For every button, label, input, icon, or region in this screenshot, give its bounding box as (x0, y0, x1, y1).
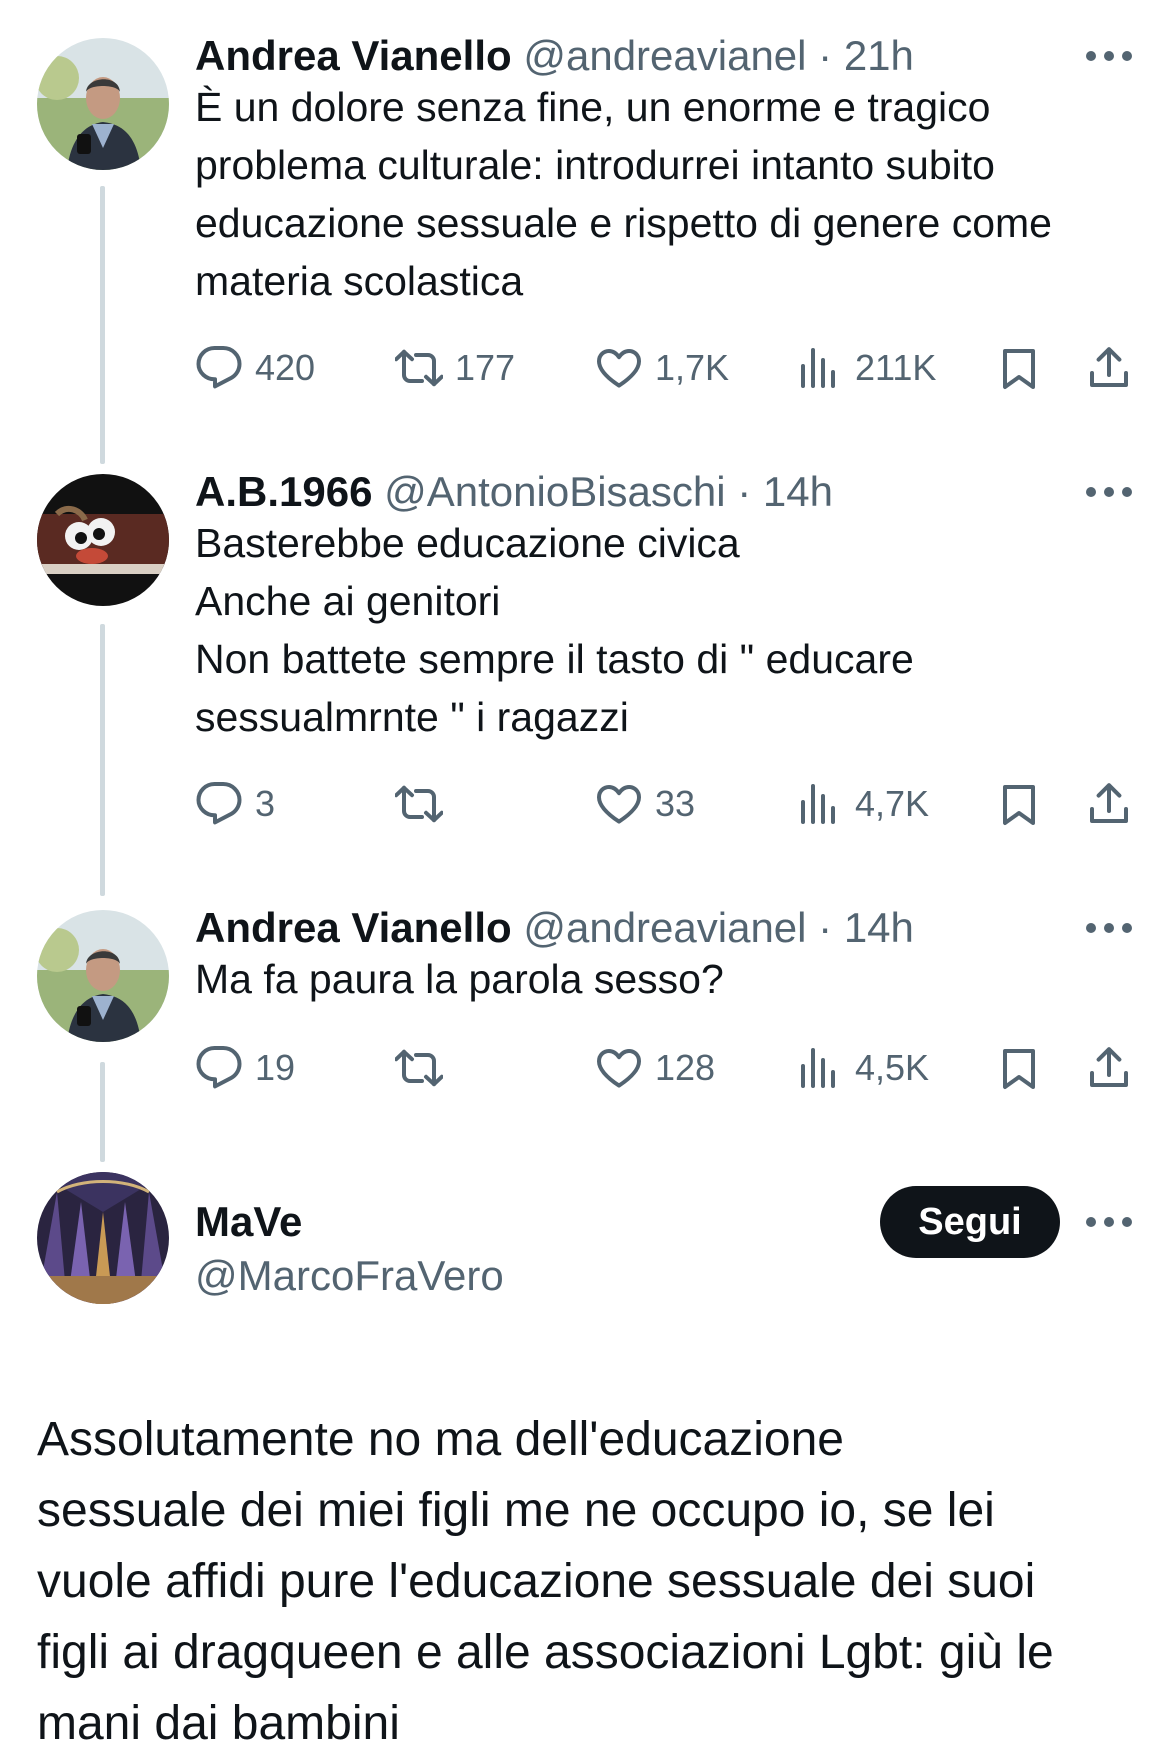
follow-button[interactable]: Segui (880, 1186, 1060, 1258)
share-button[interactable] (1085, 776, 1133, 832)
timestamp[interactable]: 14h (763, 468, 833, 515)
timestamp[interactable]: 21h (844, 32, 914, 79)
thread-tweet[interactable]: Andrea Vianello @andreavianel · 21h È un… (0, 0, 1170, 430)
repost-button[interactable] (395, 776, 455, 832)
reply-button[interactable]: 3 (195, 776, 275, 832)
tweet-header: Andrea Vianello @andreavianel · 21h (195, 28, 914, 84)
like-button[interactable]: 33 (595, 776, 695, 832)
author-name[interactable]: MaVe (195, 1198, 302, 1245)
bookmark-button[interactable] (995, 340, 1043, 396)
focused-tweet[interactable]: MaVe @MarcoFraVero Segui Assolutamente n… (0, 1172, 1170, 1750)
views-icon (795, 780, 843, 828)
author-handle[interactable]: @andreavianel (523, 32, 806, 79)
separator-dot: · (806, 904, 844, 951)
bookmark-button[interactable] (995, 776, 1043, 832)
tweet-header: Andrea Vianello @andreavianel · 14h (195, 900, 914, 956)
like-icon (595, 780, 643, 828)
action-bar: 19 128 4,5K (195, 1040, 1135, 1096)
avatar[interactable] (37, 910, 169, 1042)
like-icon (595, 344, 643, 392)
thread-tweet[interactable]: A.B.1966 @AntonioBisaschi · 14h Bastereb… (0, 436, 1170, 866)
more-icon[interactable] (1086, 922, 1132, 934)
like-count: 128 (655, 1047, 716, 1088)
views-count: 211K (855, 347, 937, 388)
bookmark-icon (995, 1044, 1043, 1092)
repost-icon (395, 780, 443, 828)
tweet-text: Ma fa paura la parola sesso? (195, 956, 724, 1002)
reply-button[interactable]: 19 (195, 1040, 295, 1096)
share-button[interactable] (1085, 340, 1133, 396)
like-count: 1,7K (655, 347, 730, 388)
share-icon (1085, 780, 1133, 828)
repost-count: 177 (455, 347, 516, 388)
bookmark-icon (995, 344, 1043, 392)
avatar[interactable] (37, 474, 169, 606)
tweet-header: A.B.1966 @AntonioBisaschi · 14h (195, 464, 833, 520)
author-name[interactable]: Andrea Vianello (195, 904, 512, 951)
views-icon (795, 1044, 843, 1092)
avatar[interactable] (37, 1172, 169, 1304)
bookmark-icon (995, 780, 1043, 828)
views-button[interactable]: 211K (795, 340, 936, 396)
more-icon[interactable] (1086, 486, 1132, 498)
reply-count: 3 (255, 783, 276, 824)
author-handle[interactable]: @andreavianel (523, 904, 806, 951)
repost-button[interactable] (395, 1040, 455, 1096)
views-count: 4,5K (855, 1047, 930, 1088)
reply-icon (195, 780, 243, 828)
avatar[interactable] (37, 38, 169, 170)
author-handle-line: @MarcoFraVero (195, 1248, 504, 1304)
more-icon[interactable] (1086, 1216, 1132, 1228)
repost-icon (395, 1044, 443, 1092)
share-icon (1085, 344, 1133, 392)
views-icon (795, 344, 843, 392)
author-name[interactable]: A.B.1966 (195, 468, 372, 515)
action-bar: 420 177 1,7K 211K (195, 340, 1135, 396)
separator-dot: · (725, 468, 763, 515)
tweet-text: Assolutamente no ma dell'educazione sess… (37, 1413, 1054, 1750)
action-bar: 3 33 4,7K (195, 776, 1135, 832)
like-button[interactable]: 128 (595, 1040, 715, 1096)
bookmark-button[interactable] (995, 1040, 1043, 1096)
thread-tweet[interactable]: Andrea Vianello @andreavianel · 14h Ma f… (0, 872, 1170, 1172)
like-count: 33 (655, 783, 696, 824)
tweet-text: È un dolore senza fine, un enorme e trag… (195, 84, 1052, 304)
author-name[interactable]: Andrea Vianello (195, 32, 512, 79)
repost-icon (395, 344, 443, 392)
views-button[interactable]: 4,7K (795, 776, 929, 832)
reply-icon (195, 344, 243, 392)
reply-count: 19 (255, 1047, 296, 1088)
reply-count: 420 (255, 347, 316, 388)
like-icon (595, 1044, 643, 1092)
author-handle[interactable]: @AntonioBisaschi (384, 468, 725, 515)
timestamp[interactable]: 14h (844, 904, 914, 951)
reply-button[interactable]: 420 (195, 340, 315, 396)
more-icon[interactable] (1086, 50, 1132, 62)
like-button[interactable]: 1,7K (595, 340, 729, 396)
repost-button[interactable]: 177 (395, 340, 515, 396)
share-button[interactable] (1085, 1040, 1133, 1096)
author-handle[interactable]: @MarcoFraVero (195, 1252, 504, 1299)
views-button[interactable]: 4,5K (795, 1040, 929, 1096)
tweet-text: Basterebbe educazione civica Anche ai ge… (195, 520, 914, 740)
separator-dot: · (806, 32, 844, 79)
views-count: 4,7K (855, 783, 930, 824)
reply-icon (195, 1044, 243, 1092)
share-icon (1085, 1044, 1133, 1092)
author-name-line: MaVe (195, 1194, 302, 1250)
